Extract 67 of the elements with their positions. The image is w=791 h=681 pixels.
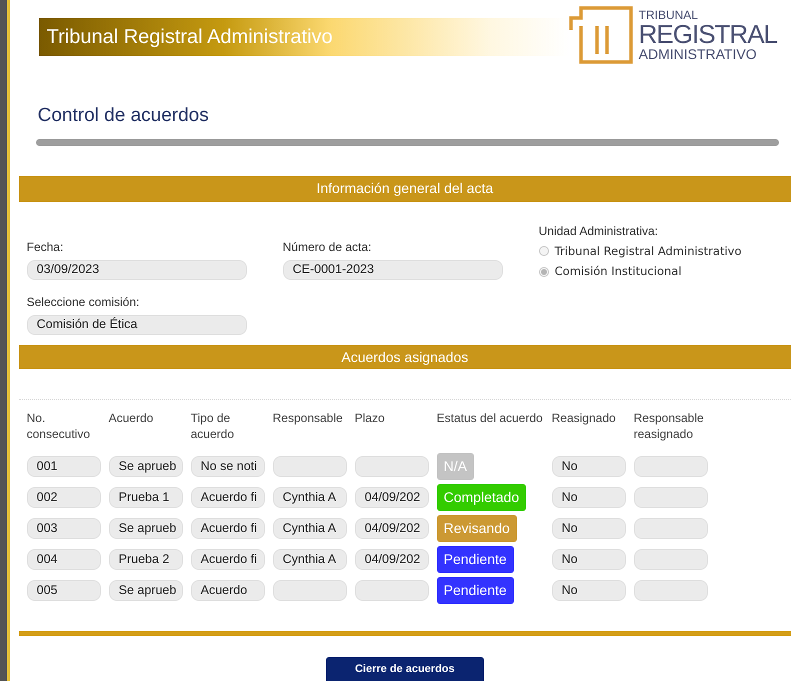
text-field[interactable]: Prueba 1 xyxy=(108,487,183,508)
text-field[interactable]: 04/09/202 xyxy=(354,549,429,570)
text-field[interactable]: Prueba 2 xyxy=(108,549,183,570)
column-header: Plazo xyxy=(354,410,386,426)
radio-button[interactable] xyxy=(538,266,549,277)
text-field[interactable] xyxy=(634,549,708,570)
field-label: Seleccione comisión: xyxy=(26,294,140,311)
text-field[interactable]: 004 xyxy=(26,549,101,570)
column-header: No. consecutivo xyxy=(26,410,91,442)
radio-button[interactable] xyxy=(538,246,549,256)
logo-text: REGISTRAL xyxy=(638,20,777,47)
text-field[interactable]: Acuerdo xyxy=(190,580,265,602)
text-field[interactable]: CE-0001-2023 xyxy=(282,260,503,280)
text-field[interactable]: 005 xyxy=(26,580,101,602)
status-badge: Pendiente xyxy=(436,577,514,604)
text-field[interactable]: 001 xyxy=(26,456,101,478)
text-field[interactable]: Se aprueb xyxy=(108,518,183,540)
status-badge: Completado xyxy=(436,484,526,512)
text-field[interactable]: 002 xyxy=(26,487,101,508)
status-badge: Revisando xyxy=(436,515,517,542)
text-field[interactable] xyxy=(634,456,708,478)
status-badge: N/A xyxy=(436,453,474,480)
column-header: Responsable xyxy=(272,410,344,426)
text-field[interactable]: Comisión de Ética xyxy=(26,314,247,335)
text-field[interactable]: Cynthia A xyxy=(272,549,347,570)
text-field[interactable] xyxy=(354,580,429,602)
text-field[interactable]: No xyxy=(552,549,626,570)
text-field[interactable] xyxy=(272,580,347,602)
status-badge: Pendiente xyxy=(436,546,514,574)
text-field[interactable]: No xyxy=(552,456,626,478)
field-label: Número de acta: xyxy=(282,238,372,256)
text-field[interactable]: No se noti xyxy=(190,456,265,478)
column-header: Responsable reasignado xyxy=(634,410,705,442)
text-field[interactable]: Acuerdo fi xyxy=(190,549,265,570)
logo-text: ADMINISTRATIVO xyxy=(638,46,758,61)
text-field[interactable] xyxy=(354,456,429,478)
field-label: Unidad Administrativa: xyxy=(538,222,660,240)
text-field[interactable]: 003 xyxy=(26,518,101,540)
text-field[interactable]: 04/09/202 xyxy=(354,518,429,540)
text-field[interactable] xyxy=(634,518,708,540)
text-field[interactable]: Acuerdo fi xyxy=(190,518,265,540)
close-agreements-button[interactable]: Cierre de acuerdos xyxy=(326,657,484,681)
column-header: Estatus del acuerdo xyxy=(436,410,544,426)
column-header: Tipo de acuerdo xyxy=(190,410,235,442)
page-title: Control de acuerdos xyxy=(38,104,210,128)
text-field[interactable]: No xyxy=(552,518,626,540)
radio-label: Comisión Institucional xyxy=(554,263,682,280)
radio-label: Tribunal Registral Administrativo xyxy=(554,242,742,260)
text-field[interactable]: Cynthia A xyxy=(272,487,347,508)
logo-text: TRIBUNAL xyxy=(638,8,699,21)
column-header: Reasignado xyxy=(552,410,617,426)
columns-logo-icon xyxy=(568,6,633,64)
text-field[interactable]: Se aprueb xyxy=(108,580,183,602)
text-field[interactable]: No xyxy=(552,580,626,602)
text-field[interactable] xyxy=(272,456,347,478)
text-field[interactable]: Se aprueb xyxy=(108,456,183,478)
text-field[interactable] xyxy=(634,487,708,508)
field-label: Fecha: xyxy=(26,238,64,256)
text-field[interactable] xyxy=(634,580,708,602)
section-header: Acuerdos asignados xyxy=(18,345,791,370)
text-field[interactable]: No xyxy=(552,487,626,508)
column-header: Acuerdo xyxy=(108,410,154,426)
text-field[interactable]: 04/09/202 xyxy=(354,487,429,508)
text-field[interactable]: 03/09/2023 xyxy=(26,260,247,280)
text-field[interactable]: Acuerdo fi xyxy=(190,487,265,508)
text-field[interactable]: Cynthia A xyxy=(272,518,347,540)
section-header: Información general del acta xyxy=(18,176,791,202)
